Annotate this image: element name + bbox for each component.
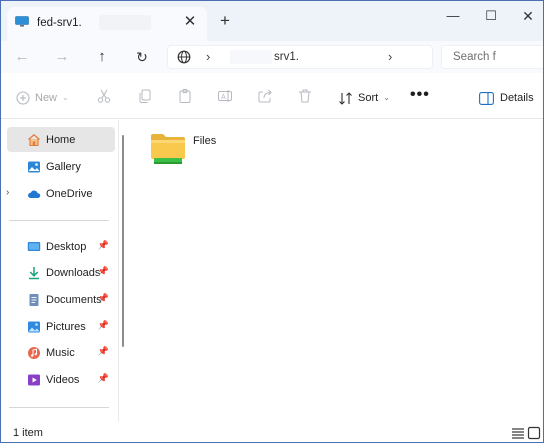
onedrive-icon (28, 190, 41, 198)
close-button[interactable]: ✕ (513, 5, 543, 27)
network-folder-icon (151, 134, 185, 164)
sidebar-item-label: Downloads (46, 266, 101, 279)
sort-icon (339, 91, 352, 105)
file-explorer-window: fed-srv1. ✕ + — ☐ ✕ ← → ↑ ↻ › srv1. › Se… (0, 0, 544, 443)
sidebar-item-label: Gallery (46, 160, 81, 173)
details-pane-icon (479, 91, 494, 105)
file-list: Files (125, 120, 543, 422)
sidebar-divider (9, 407, 109, 408)
sidebar-item-label: Videos (46, 373, 80, 386)
sidebar-item-videos[interactable]: Videos 📌 (7, 367, 115, 392)
plus-circle-icon (16, 91, 30, 105)
paste-button[interactable] (177, 88, 193, 108)
breadcrumb-segment[interactable]: srv1. (274, 51, 299, 63)
chevron-down-icon: ⌄ (62, 93, 69, 102)
share-icon (258, 89, 272, 103)
tab-close-button[interactable]: ✕ (182, 14, 198, 30)
sidebar-item-pictures[interactable]: Pictures 📌 (7, 314, 115, 339)
copy-icon (139, 89, 151, 103)
tab-title: fed-srv1. (37, 17, 82, 29)
address-bar[interactable]: › srv1. › (167, 45, 433, 69)
share-button[interactable] (257, 88, 273, 108)
svg-text:A: A (221, 94, 226, 101)
copy-button[interactable] (137, 88, 153, 108)
delete-button[interactable] (297, 88, 313, 108)
scissors-icon (97, 89, 111, 103)
large-icons-view-icon[interactable] (527, 426, 541, 440)
sidebar-item-label: Documents (46, 293, 102, 306)
music-icon (28, 346, 40, 359)
pin-icon[interactable]: 📌 (98, 240, 109, 251)
more-options-button[interactable]: ••• (410, 85, 430, 105)
cut-button[interactable] (96, 88, 112, 108)
desktop-icon (27, 241, 41, 251)
sidebar-item-gallery[interactable]: Gallery (7, 154, 115, 179)
videos-icon (28, 374, 40, 385)
back-button[interactable]: ← (10, 45, 34, 69)
new-tab-button[interactable]: + (215, 11, 235, 31)
sidebar-item-label: Home (46, 133, 76, 146)
sidebar-scrollbar[interactable] (122, 135, 124, 347)
sort-button[interactable]: Sort ⌄ (338, 88, 390, 108)
up-button[interactable]: ↑ (90, 45, 114, 69)
sidebar-item-label: Pictures (46, 320, 86, 333)
details-view-icon[interactable] (511, 426, 525, 440)
sidebar-item-downloads[interactable]: Downloads 📌 (7, 260, 115, 285)
documents-icon (29, 293, 39, 306)
pin-icon[interactable]: 📌 (98, 346, 109, 357)
search-input[interactable]: Search f (441, 45, 543, 69)
paste-icon (179, 89, 191, 103)
chevron-down-icon: ⌄ (383, 93, 390, 102)
pin-icon[interactable]: 📌 (98, 293, 109, 304)
status-bar: 1 item (1, 422, 543, 442)
command-bar: New ⌄ A Sort ⌄ ••• Details (1, 77, 543, 119)
home-icon (28, 133, 40, 146)
title-bar: fed-srv1. ✕ + — ☐ ✕ (1, 1, 543, 41)
network-globe-icon (177, 50, 191, 64)
chevron-right-icon[interactable]: › (388, 49, 392, 64)
gallery-icon (28, 161, 40, 172)
downloads-icon (29, 266, 39, 279)
maximize-button[interactable]: ☐ (476, 5, 506, 27)
details-pane-button[interactable]: Details (479, 88, 534, 108)
sort-label: Sort (358, 92, 379, 104)
details-label: Details (500, 92, 534, 104)
new-label: New (35, 92, 58, 104)
rename-icon: A (218, 90, 232, 102)
minimize-button[interactable]: — (438, 5, 468, 27)
sidebar-divider (9, 220, 109, 221)
computer-icon (15, 16, 29, 27)
pin-icon[interactable]: 📌 (98, 266, 109, 277)
forward-button[interactable]: → (50, 45, 74, 69)
sidebar-item-label: Music (46, 346, 75, 359)
search-placeholder: Search f (453, 51, 496, 63)
refresh-button[interactable]: ↻ (130, 45, 154, 69)
sidebar-item-onedrive[interactable]: OneDrive (7, 181, 115, 206)
item-count: 1 item (13, 427, 43, 439)
sidebar-item-documents[interactable]: Documents 📌 (7, 287, 115, 312)
pin-icon[interactable]: 📌 (98, 373, 109, 384)
tab-active[interactable]: fed-srv1. ✕ (7, 7, 207, 41)
sidebar-item-label: Desktop (46, 240, 87, 253)
pin-icon[interactable]: 📌 (98, 320, 109, 331)
navigation-pane: Home Gallery › OneDrive Desktop 📌 Downlo… (1, 120, 119, 422)
item-label[interactable]: Files (193, 135, 216, 147)
new-button[interactable]: New ⌄ (16, 88, 69, 108)
pictures-icon (28, 321, 40, 332)
sidebar-item-music[interactable]: Music 📌 (7, 340, 115, 365)
sidebar-item-label: OneDrive (46, 187, 93, 200)
navigation-bar: ← → ↑ ↻ › srv1. › Search f (1, 41, 543, 73)
rename-button[interactable]: A (217, 88, 233, 108)
sidebar-item-desktop[interactable]: Desktop 📌 (7, 234, 115, 259)
redacted-region (230, 50, 272, 64)
trash-icon (299, 89, 311, 103)
redacted-region (99, 15, 151, 30)
chevron-right-icon[interactable]: › (206, 49, 210, 64)
sidebar-item-home[interactable]: Home (7, 127, 115, 152)
